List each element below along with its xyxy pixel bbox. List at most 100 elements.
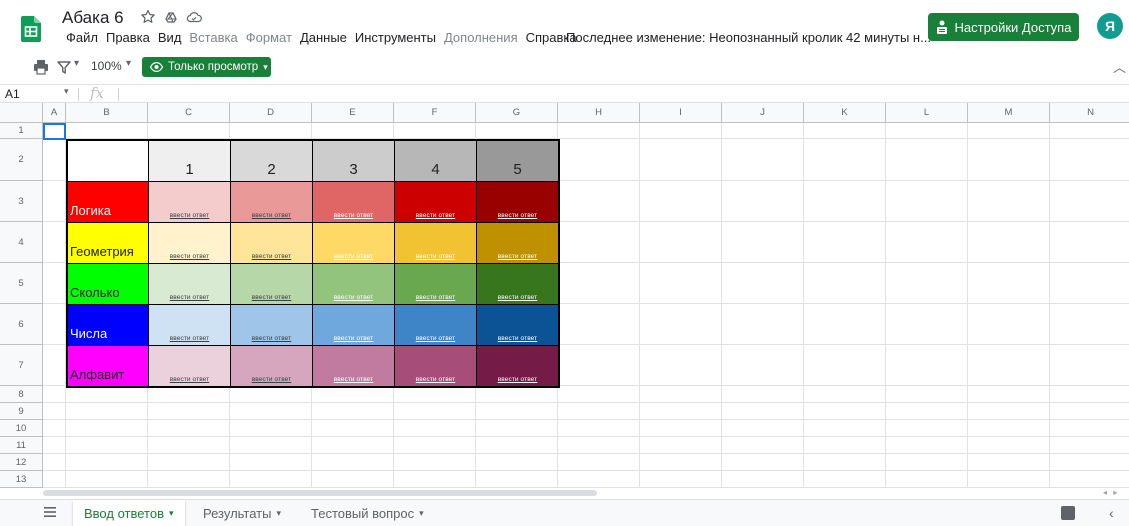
cell[interactable] — [394, 454, 476, 471]
cell[interactable] — [66, 437, 148, 454]
cell[interactable] — [804, 454, 886, 471]
cell[interactable] — [43, 386, 66, 403]
enter-answer-link[interactable]: ввести ответ — [252, 335, 292, 342]
cell[interactable] — [1050, 345, 1129, 386]
answer-cell[interactable]: ввести ответ — [313, 346, 395, 387]
cell[interactable] — [230, 420, 312, 437]
cell[interactable] — [558, 386, 640, 403]
star-icon[interactable] — [140, 9, 156, 25]
cell[interactable] — [394, 123, 476, 139]
row-header[interactable]: 1 — [0, 123, 43, 139]
answer-cell[interactable]: ввести ответ — [313, 223, 395, 264]
cell[interactable] — [66, 123, 148, 139]
level-header-cell[interactable]: 1 — [149, 140, 231, 182]
cell[interactable] — [968, 222, 1050, 263]
cell[interactable] — [148, 420, 230, 437]
menu-item-1[interactable]: Файл — [62, 30, 102, 45]
cell[interactable] — [722, 181, 804, 222]
row-header[interactable]: 3 — [0, 181, 43, 222]
cell[interactable] — [886, 304, 968, 345]
row-header[interactable]: 7 — [0, 345, 43, 386]
cell[interactable] — [43, 471, 66, 488]
cell[interactable] — [722, 454, 804, 471]
column-header[interactable]: E — [312, 103, 394, 123]
view-only-button[interactable]: Только просмотр ▾ — [142, 57, 271, 77]
cell[interactable] — [640, 181, 722, 222]
filter-icon[interactable] — [57, 59, 71, 75]
cell[interactable] — [312, 403, 394, 420]
cell[interactable] — [640, 454, 722, 471]
cell[interactable] — [968, 403, 1050, 420]
table-corner-cell[interactable] — [67, 140, 149, 182]
enter-answer-link[interactable]: ввести ответ — [334, 212, 374, 219]
enter-answer-link[interactable]: ввести ответ — [334, 376, 374, 383]
category-label-cell[interactable]: Алфавит — [67, 346, 149, 387]
cell[interactable] — [43, 437, 66, 454]
cell[interactable] — [722, 222, 804, 263]
share-button[interactable]: Настройки Доступа — [928, 13, 1079, 41]
row-header[interactable]: 6 — [0, 304, 43, 345]
cell[interactable] — [804, 139, 886, 181]
cell[interactable] — [558, 420, 640, 437]
level-header-cell[interactable]: 5 — [477, 140, 559, 182]
enter-answer-link[interactable]: ввести ответ — [334, 294, 374, 301]
row-header[interactable]: 8 — [0, 386, 43, 403]
user-avatar[interactable]: Я — [1097, 13, 1123, 39]
cell[interactable] — [558, 263, 640, 304]
category-label-cell[interactable]: Геометрия — [67, 223, 149, 264]
cell[interactable] — [1050, 222, 1129, 263]
menu-item-3[interactable]: Вид — [154, 30, 186, 45]
level-header-cell[interactable]: 2 — [231, 140, 313, 182]
column-header[interactable]: C — [148, 103, 230, 123]
cell[interactable] — [722, 471, 804, 488]
answer-cell[interactable]: ввести ответ — [231, 264, 313, 305]
chevron-down-icon[interactable]: ▾ — [419, 508, 424, 519]
cell[interactable] — [312, 437, 394, 454]
cell[interactable] — [43, 454, 66, 471]
cell[interactable] — [1050, 403, 1129, 420]
cell[interactable] — [66, 454, 148, 471]
cell[interactable] — [558, 123, 640, 139]
cell[interactable] — [1050, 471, 1129, 488]
column-header[interactable]: A — [43, 103, 66, 123]
cell[interactable] — [968, 420, 1050, 437]
cell[interactable] — [312, 386, 394, 403]
column-header[interactable]: I — [640, 103, 722, 123]
name-box-dropdown-icon[interactable]: ▾ — [64, 86, 69, 97]
cell[interactable] — [968, 304, 1050, 345]
sheets-logo-icon[interactable] — [21, 16, 41, 42]
cell[interactable] — [640, 471, 722, 488]
answer-cell[interactable]: ввести ответ — [231, 182, 313, 223]
cell[interactable] — [148, 123, 230, 139]
column-header[interactable]: L — [886, 103, 968, 123]
cell[interactable] — [640, 304, 722, 345]
cell[interactable] — [43, 345, 66, 386]
cell[interactable] — [148, 386, 230, 403]
cell[interactable] — [43, 420, 66, 437]
answer-cell[interactable]: ввести ответ — [313, 305, 395, 346]
cell[interactable] — [1050, 304, 1129, 345]
cell[interactable] — [312, 123, 394, 139]
enter-answer-link[interactable]: ввести ответ — [170, 294, 210, 301]
enter-answer-link[interactable]: ввести ответ — [334, 335, 374, 342]
chevron-down-icon[interactable]: ▾ — [276, 508, 281, 519]
column-header[interactable]: J — [722, 103, 804, 123]
row-header[interactable]: 11 — [0, 437, 43, 454]
cell[interactable] — [394, 403, 476, 420]
enter-answer-link[interactable]: ввести ответ — [416, 294, 456, 301]
menu-item-7[interactable]: Инструменты — [351, 30, 440, 45]
answer-cell[interactable]: ввести ответ — [395, 346, 477, 387]
answer-cell[interactable]: ввести ответ — [395, 305, 477, 346]
cell[interactable] — [558, 139, 640, 181]
enter-answer-link[interactable]: ввести ответ — [334, 253, 374, 260]
answer-cell[interactable]: ввести ответ — [149, 305, 231, 346]
answer-cell[interactable]: ввести ответ — [395, 264, 477, 305]
answer-cell[interactable]: ввести ответ — [149, 223, 231, 264]
cell[interactable] — [558, 454, 640, 471]
enter-answer-link[interactable]: ввести ответ — [498, 335, 538, 342]
explore-icon[interactable] — [1061, 506, 1075, 520]
level-header-cell[interactable]: 4 — [395, 140, 477, 182]
enter-answer-link[interactable]: ввести ответ — [498, 376, 538, 383]
cell[interactable] — [1050, 263, 1129, 304]
cell[interactable] — [886, 437, 968, 454]
